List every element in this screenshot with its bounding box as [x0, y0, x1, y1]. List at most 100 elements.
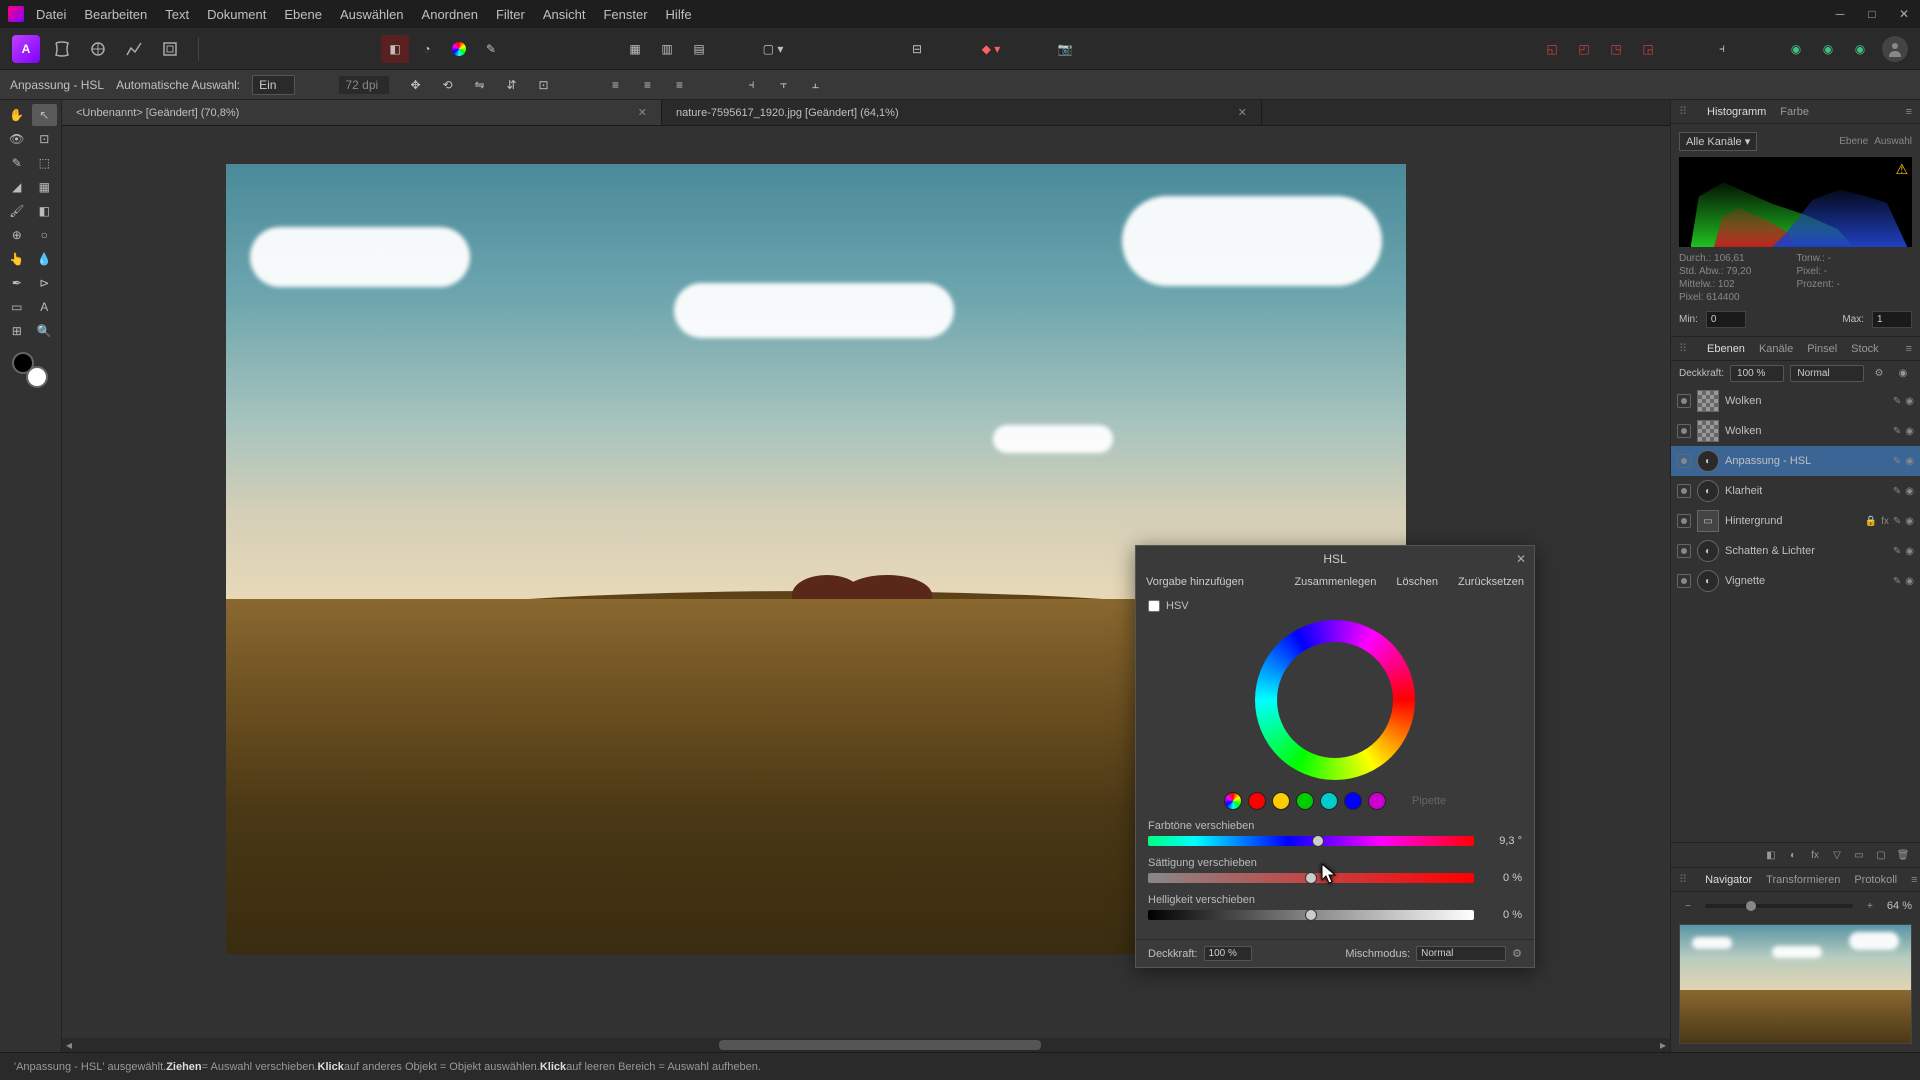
- tab-history[interactable]: Protokoll: [1854, 874, 1897, 886]
- adj-layer-icon[interactable]: ◐: [1784, 847, 1802, 863]
- edit-icon[interactable]: ✎: [1893, 576, 1901, 587]
- transform-flip-h-icon[interactable]: ⇋: [465, 71, 493, 99]
- layer-visibility-toggle[interactable]: [1677, 394, 1691, 408]
- menu-text[interactable]: Text: [165, 7, 189, 22]
- zoom-in-button[interactable]: +: [1861, 898, 1879, 914]
- arrange-front-icon[interactable]: ◲: [1634, 35, 1662, 63]
- camera-icon[interactable]: 📷: [1051, 35, 1079, 63]
- delete-button[interactable]: Löschen: [1396, 576, 1438, 588]
- edit-icon[interactable]: ✎: [1893, 546, 1901, 557]
- panel-menu-icon[interactable]: ≡: [1911, 874, 1917, 886]
- grid-2-icon[interactable]: ▥: [653, 35, 681, 63]
- navigator-preview[interactable]: [1679, 924, 1912, 1044]
- hue-value[interactable]: 9,3 °: [1482, 835, 1522, 847]
- arrange-forward-icon[interactable]: ◳: [1602, 35, 1630, 63]
- menu-file[interactable]: Datei: [36, 7, 66, 22]
- hsv-checkbox-input[interactable]: [1148, 600, 1160, 612]
- hue-slider[interactable]: [1148, 836, 1474, 846]
- smudge-tool[interactable]: 👆: [4, 248, 30, 270]
- layer-visibility-toggle[interactable]: [1677, 544, 1691, 558]
- blur-tool[interactable]: 💧: [32, 248, 58, 270]
- edit-icon[interactable]: ✎: [1893, 516, 1901, 527]
- panel-grip-icon[interactable]: ⠿: [1679, 105, 1689, 118]
- tab-close-icon[interactable]: ✕: [638, 106, 647, 119]
- zoom-tool[interactable]: 🔍: [32, 320, 58, 342]
- add-layer-icon[interactable]: ▢: [1872, 847, 1890, 863]
- tab-navigator[interactable]: Navigator: [1705, 874, 1752, 886]
- panel-menu-icon[interactable]: ≡: [1906, 106, 1912, 118]
- reset-button[interactable]: Zurücksetzen: [1458, 576, 1524, 588]
- menu-document[interactable]: Dokument: [207, 7, 266, 22]
- group-layer-icon[interactable]: ▭: [1850, 847, 1868, 863]
- vis-dot-icon[interactable]: ◉: [1905, 426, 1914, 437]
- min-input[interactable]: [1706, 311, 1746, 328]
- hsl-close-button[interactable]: ✕: [1516, 552, 1526, 566]
- lightness-value[interactable]: 0 %: [1482, 909, 1522, 921]
- edit-icon[interactable]: ✎: [1893, 456, 1901, 467]
- layer-vis-icon[interactable]: ◉: [1894, 366, 1912, 382]
- layer-row[interactable]: ▭Hintergrund🔒fx✎◉: [1671, 506, 1920, 536]
- distribute-v-icon[interactable]: ⫟: [769, 71, 797, 99]
- layer-visibility-toggle[interactable]: [1677, 484, 1691, 498]
- foreground-color-swatch[interactable]: [26, 366, 48, 388]
- liquify-persona-icon[interactable]: [48, 35, 76, 63]
- hsl-opacity-dropdown[interactable]: 100 %: [1204, 946, 1252, 961]
- hue-wheel[interactable]: [1255, 620, 1415, 780]
- layer-row[interactable]: Wolken✎◉: [1671, 386, 1920, 416]
- tool-autoselect-icon[interactable]: ◔: [413, 35, 441, 63]
- vis-dot-icon[interactable]: ◉: [1905, 516, 1914, 527]
- rgb-mode-icon[interactable]: ◧: [381, 35, 409, 63]
- menu-window[interactable]: Fenster: [603, 7, 647, 22]
- add-preset-button[interactable]: Vorgabe hinzufügen: [1146, 576, 1244, 588]
- account-avatar[interactable]: [1882, 36, 1908, 62]
- tab-color[interactable]: Farbe: [1780, 106, 1809, 118]
- tab-histogram[interactable]: Histogramm: [1707, 106, 1766, 118]
- pen-tool[interactable]: ✒: [4, 272, 30, 294]
- tab-close-icon[interactable]: ✕: [1238, 106, 1247, 119]
- vis-dot-icon[interactable]: ◉: [1905, 456, 1914, 467]
- swatch-magenta[interactable]: [1368, 792, 1386, 810]
- document-tab-2[interactable]: nature-7595617_1920.jpg [Geändert] (64,1…: [662, 100, 1262, 125]
- paint-brush-tool[interactable]: 🖌: [4, 200, 30, 222]
- hsl-titlebar[interactable]: HSL ✕: [1136, 546, 1534, 572]
- layer-row[interactable]: ◐Vignette✎◉: [1671, 566, 1920, 596]
- scope-layer[interactable]: Ebene: [1839, 136, 1868, 147]
- snap-dropdown[interactable]: ▢ ▾: [759, 35, 787, 63]
- crop-tool[interactable]: ⊡: [32, 128, 58, 150]
- view-tool[interactable]: 👁: [4, 128, 30, 150]
- panel-grip-icon[interactable]: ⠿: [1679, 342, 1689, 355]
- max-input[interactable]: [1872, 311, 1912, 328]
- channel-dropdown[interactable]: Alle Kanäle ▾: [1679, 132, 1757, 151]
- distribute-h-icon[interactable]: ⫞: [737, 71, 765, 99]
- zoom-slider[interactable]: [1705, 904, 1853, 908]
- menu-arrange[interactable]: Anordnen: [422, 7, 478, 22]
- tab-brushes[interactable]: Pinsel: [1807, 343, 1837, 355]
- layer-row[interactable]: ◐Klarheit✎◉: [1671, 476, 1920, 506]
- fx-icon[interactable]: fx: [1881, 516, 1889, 527]
- swatch-all[interactable]: [1224, 792, 1242, 810]
- close-button[interactable]: ✕: [1896, 6, 1912, 22]
- zoom-out-button[interactable]: −: [1679, 898, 1697, 914]
- fx-layer-icon[interactable]: fx: [1806, 847, 1824, 863]
- tab-layers[interactable]: Ebenen: [1707, 343, 1745, 355]
- erase-tool[interactable]: ◧: [32, 200, 58, 222]
- tab-transform[interactable]: Transformieren: [1766, 874, 1840, 886]
- blend-dropdown[interactable]: Normal: [1790, 365, 1864, 382]
- layer-options-icon[interactable]: ⚙: [1870, 366, 1888, 382]
- transform-move-icon[interactable]: ✥: [401, 71, 429, 99]
- layer-row[interactable]: ◐Anpassung - HSL✎◉: [1671, 446, 1920, 476]
- align-icon[interactable]: ⫞: [1708, 35, 1736, 63]
- develop-persona-icon[interactable]: [84, 35, 112, 63]
- arrange-backward-icon[interactable]: ◰: [1570, 35, 1598, 63]
- edit-icon[interactable]: ✎: [1893, 426, 1901, 437]
- layer-visibility-toggle[interactable]: [1677, 574, 1691, 588]
- panel-grip-icon[interactable]: ⠿: [1679, 873, 1687, 886]
- maximize-button[interactable]: □: [1864, 6, 1880, 22]
- arrange-back-icon[interactable]: ◱: [1538, 35, 1566, 63]
- swatch-green[interactable]: [1296, 792, 1314, 810]
- eyedropper-tool-icon[interactable]: ✎: [477, 35, 505, 63]
- canvas-scrollbar-horizontal[interactable]: ◂ ▸: [62, 1038, 1670, 1052]
- swatch-cyan[interactable]: [1320, 792, 1338, 810]
- lock-icon[interactable]: 🔒: [1865, 516, 1877, 527]
- color-wheel-icon[interactable]: [445, 35, 473, 63]
